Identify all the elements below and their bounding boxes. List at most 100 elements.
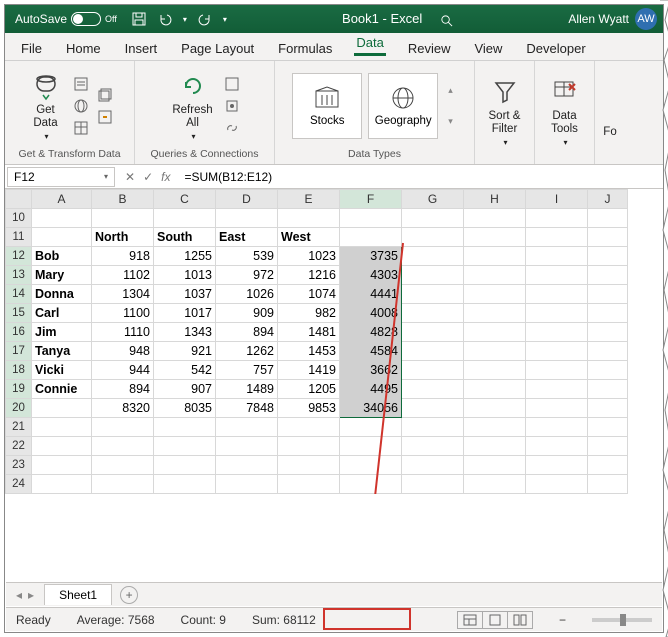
cell[interactable] <box>92 437 154 456</box>
cell[interactable]: 944 <box>92 361 154 380</box>
properties-icon[interactable] <box>223 97 241 115</box>
cell[interactable] <box>402 418 464 437</box>
cell[interactable] <box>526 437 588 456</box>
cell[interactable] <box>216 437 278 456</box>
cell[interactable] <box>402 342 464 361</box>
cell[interactable]: North <box>92 228 154 247</box>
cell[interactable] <box>588 380 628 399</box>
cell[interactable]: 1013 <box>154 266 216 285</box>
cell[interactable] <box>526 304 588 323</box>
cell[interactable] <box>526 266 588 285</box>
cell[interactable]: 4584 <box>340 342 402 361</box>
tab-page-layout[interactable]: Page Layout <box>169 35 266 60</box>
page-break-view-icon[interactable] <box>507 611 533 629</box>
cell[interactable] <box>402 475 464 494</box>
cell[interactable]: 921 <box>154 342 216 361</box>
cell[interactable]: 4303 <box>340 266 402 285</box>
cell[interactable] <box>154 209 216 228</box>
cell[interactable]: Jim <box>32 323 92 342</box>
cell[interactable]: 918 <box>92 247 154 266</box>
column-header[interactable]: B <box>92 190 154 209</box>
column-header[interactable]: G <box>402 190 464 209</box>
scroll-down-icon[interactable]: ▾ <box>448 116 453 127</box>
cell[interactable]: 1343 <box>154 323 216 342</box>
cell[interactable] <box>92 475 154 494</box>
tab-home[interactable]: Home <box>54 35 113 60</box>
cell[interactable]: 34056 <box>340 399 402 418</box>
tab-developer[interactable]: Developer <box>514 35 597 60</box>
cell[interactable] <box>402 323 464 342</box>
cell[interactable]: 1262 <box>216 342 278 361</box>
cell[interactable] <box>588 209 628 228</box>
cell[interactable]: 1017 <box>154 304 216 323</box>
queries-icon[interactable] <box>223 75 241 93</box>
cell[interactable]: 8320 <box>92 399 154 418</box>
cell[interactable]: Tanya <box>32 342 92 361</box>
recent-sources-icon[interactable] <box>96 86 114 104</box>
cell[interactable]: 1100 <box>92 304 154 323</box>
cell[interactable] <box>278 209 340 228</box>
cell[interactable] <box>340 475 402 494</box>
cell[interactable] <box>526 456 588 475</box>
cell[interactable] <box>464 418 526 437</box>
cell[interactable]: 3662 <box>340 361 402 380</box>
cell[interactable]: 3735 <box>340 247 402 266</box>
column-header[interactable]: D <box>216 190 278 209</box>
sheet-nav-prev-icon[interactable]: ◂ <box>16 588 22 602</box>
cell[interactable] <box>464 361 526 380</box>
cell[interactable]: 982 <box>278 304 340 323</box>
cell[interactable] <box>588 418 628 437</box>
cell[interactable] <box>340 418 402 437</box>
cell[interactable]: 1453 <box>278 342 340 361</box>
column-header[interactable]: C <box>154 190 216 209</box>
tab-formulas[interactable]: Formulas <box>266 35 344 60</box>
cell[interactable] <box>464 399 526 418</box>
cell[interactable] <box>526 247 588 266</box>
cell[interactable]: 1481 <box>278 323 340 342</box>
cell[interactable] <box>402 266 464 285</box>
save-icon[interactable] <box>131 11 147 27</box>
cell[interactable] <box>464 456 526 475</box>
row-header[interactable]: 13 <box>6 266 32 285</box>
page-layout-view-icon[interactable] <box>482 611 508 629</box>
cell[interactable]: Mary <box>32 266 92 285</box>
cell[interactable] <box>464 304 526 323</box>
cell[interactable]: 9853 <box>278 399 340 418</box>
cell[interactable] <box>526 323 588 342</box>
cell[interactable]: 1304 <box>92 285 154 304</box>
row-header[interactable]: 21 <box>6 418 32 437</box>
row-header[interactable]: 15 <box>6 304 32 323</box>
normal-view-icon[interactable] <box>457 611 483 629</box>
cell[interactable]: 972 <box>216 266 278 285</box>
cell[interactable] <box>402 399 464 418</box>
data-tools-button[interactable]: Data Tools ▾ <box>545 74 585 148</box>
cell[interactable]: 4828 <box>340 323 402 342</box>
cell[interactable]: 948 <box>92 342 154 361</box>
cell[interactable] <box>402 209 464 228</box>
fx-icon[interactable]: fx <box>161 170 170 184</box>
add-sheet-button[interactable]: + <box>120 586 138 604</box>
cell[interactable] <box>402 304 464 323</box>
column-header[interactable]: E <box>278 190 340 209</box>
cell[interactable] <box>216 475 278 494</box>
cell[interactable] <box>588 304 628 323</box>
cell[interactable] <box>464 323 526 342</box>
column-header[interactable]: J <box>588 190 628 209</box>
cell[interactable] <box>588 285 628 304</box>
cell[interactable]: East <box>216 228 278 247</box>
cell[interactable] <box>526 361 588 380</box>
row-header[interactable]: 24 <box>6 475 32 494</box>
tab-data[interactable]: Data <box>344 29 395 60</box>
formula-input[interactable]: =SUM(B12:E12) <box>178 170 663 184</box>
row-header[interactable]: 23 <box>6 456 32 475</box>
row-header[interactable]: 20 <box>6 399 32 418</box>
from-text-icon[interactable] <box>72 75 90 93</box>
from-web-icon[interactable] <box>72 97 90 115</box>
cell[interactable] <box>216 209 278 228</box>
cell[interactable] <box>32 209 92 228</box>
cell[interactable]: 542 <box>154 361 216 380</box>
from-table-icon[interactable] <box>72 119 90 137</box>
get-data-button[interactable]: Get Data ▾ <box>26 68 66 142</box>
cell[interactable]: 7848 <box>216 399 278 418</box>
row-header[interactable]: 17 <box>6 342 32 361</box>
